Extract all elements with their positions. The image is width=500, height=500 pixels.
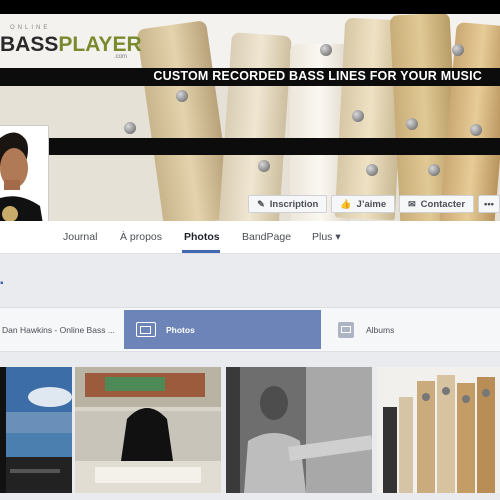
photo-thumbnail-bassist[interactable]	[226, 367, 372, 493]
contact-button[interactable]: ✉ Contacter	[399, 195, 475, 213]
pencil-icon: ✎	[257, 198, 265, 209]
logo-bass-text: BASS	[0, 33, 59, 56]
like-button[interactable]: 👍 J’aime	[331, 195, 396, 213]
thumbs-up-icon: 👍	[340, 198, 352, 209]
logo-domain-text: .com	[114, 54, 128, 60]
nav-bandpage[interactable]: BandPage	[242, 231, 291, 243]
more-button[interactable]: •••	[478, 195, 500, 213]
tuning-peg	[176, 90, 188, 102]
bassist-image	[226, 367, 372, 493]
cover-black-band	[48, 138, 500, 155]
photos-icon	[136, 322, 156, 337]
tuning-peg	[258, 160, 270, 172]
logo-online-text: ONLINE	[10, 25, 51, 31]
top-black-bar	[0, 0, 500, 14]
tuning-peg	[352, 110, 364, 122]
tuning-peg	[406, 118, 418, 130]
page-nav: Journal À propos Photos BandPage Plus ▾	[0, 221, 500, 254]
bass-headstock	[218, 32, 292, 221]
tab-albums[interactable]: Albums	[324, 310, 500, 349]
nav-journal[interactable]: Journal	[63, 231, 97, 243]
photo-thumbnail-harbor[interactable]	[0, 367, 72, 493]
tuning-peg	[470, 124, 482, 136]
like-label: J’aime	[356, 198, 387, 210]
cover-photo[interactable]: BASSPLAYER ONLINE .com CUSTOM RECORDED B…	[0, 14, 500, 221]
nav-active-indicator	[182, 250, 220, 253]
tuning-peg	[320, 44, 332, 56]
tuning-peg	[452, 44, 464, 56]
more-icon: •••	[484, 198, 494, 210]
nav-more[interactable]: Plus ▾	[312, 231, 341, 243]
tab-page-photos-label: Dan Hawkins - Online Bass ...	[2, 324, 115, 335]
logo-player-text: PLAYER	[58, 33, 142, 56]
nav-about[interactable]: À propos	[120, 231, 162, 243]
photo-tabs: Dan Hawkins - Online Bass ... Photos Alb…	[0, 307, 500, 352]
tuning-peg	[428, 164, 440, 176]
vader-figure-image	[75, 367, 221, 493]
albums-icon	[338, 321, 354, 338]
tuning-peg	[124, 122, 136, 134]
harbor-image	[0, 367, 72, 493]
photo-grid	[0, 357, 500, 500]
nav-photos[interactable]: Photos	[184, 231, 220, 243]
photo-thumbnail-basses[interactable]	[377, 367, 500, 493]
tab-albums-label: Albums	[366, 324, 395, 335]
cover-action-buttons: ✎ Inscription 👍 J’aime ✉ Contacter •••	[248, 195, 500, 215]
bass-guitars-image	[377, 367, 500, 493]
tuning-peg	[366, 164, 378, 176]
cover-tagline: CUSTOM RECORDED BASS LINES FOR YOUR MUSI…	[153, 69, 482, 83]
tab-page-photos[interactable]: Dan Hawkins - Online Bass ...	[0, 310, 122, 349]
tab-photos[interactable]: Photos	[124, 310, 321, 349]
inscription-button[interactable]: ✎ Inscription	[248, 195, 328, 213]
inscription-label: Inscription	[269, 198, 319, 210]
contact-label: Contacter	[420, 198, 466, 210]
photos-section-icon: ▪	[0, 278, 4, 289]
tab-photos-label: Photos	[166, 324, 195, 335]
photo-thumbnail-darth-vader[interactable]	[75, 367, 221, 493]
chat-icon: ✉	[408, 198, 416, 209]
